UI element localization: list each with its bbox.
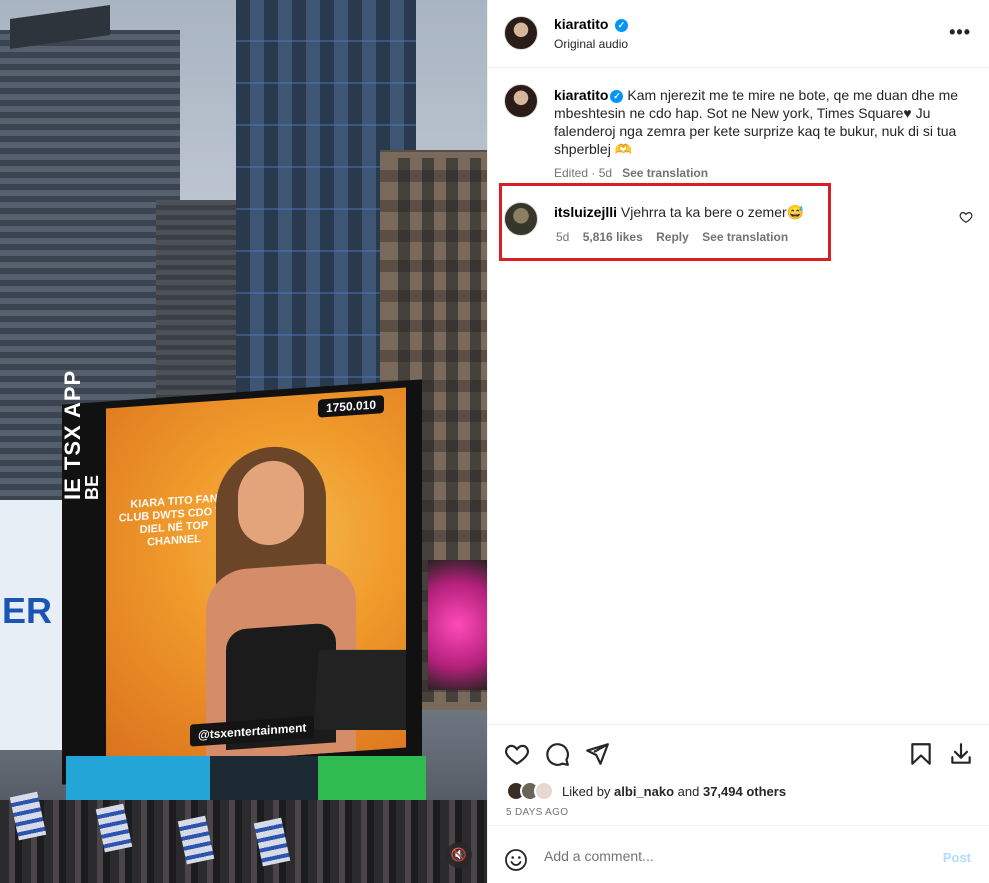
comment-author[interactable]: itsluizejlli bbox=[554, 204, 617, 220]
billboard-top-text: BE bbox=[82, 474, 102, 500]
caption-author[interactable]: kiaratito bbox=[554, 87, 608, 103]
left-billboard-text: ER bbox=[2, 590, 53, 631]
avatar[interactable] bbox=[504, 16, 538, 50]
smiley-icon[interactable] bbox=[504, 848, 528, 872]
paper-plane-icon[interactable] bbox=[584, 741, 610, 767]
liked-by-row: Liked by albi_nako and 37,494 others bbox=[506, 781, 786, 801]
billboard-counter: 1750.010 bbox=[317, 395, 384, 418]
verified-badge-icon: ✓ bbox=[614, 19, 628, 32]
comment-time: 5d bbox=[556, 230, 570, 244]
post-details-panel: kiaratito ✓ Original audio ••• kiaratito… bbox=[487, 0, 989, 883]
caption-see-translation[interactable]: See translation bbox=[622, 166, 708, 180]
audio-label[interactable]: Original audio bbox=[554, 37, 628, 51]
post-actions: Liked by albi_nako and 37,494 others 5 D… bbox=[488, 724, 989, 883]
comment-input[interactable] bbox=[544, 848, 904, 864]
comment: itsluizejlli Vjehrra ta ka bere o zemer😅 bbox=[554, 204, 934, 221]
post-comment-button[interactable]: Post bbox=[943, 850, 971, 865]
verified-badge-icon: ✓ bbox=[610, 90, 624, 103]
post-media[interactable]: ER IE TSX APP BE 1750.010 KIARA TITO FAN… bbox=[0, 0, 487, 883]
avatar[interactable] bbox=[534, 781, 554, 801]
crowd bbox=[0, 791, 487, 883]
comment-bubble-icon[interactable] bbox=[544, 741, 570, 767]
bookmark-icon[interactable] bbox=[908, 741, 934, 767]
comment-highlight-box bbox=[499, 183, 831, 261]
caption-edited-time: Edited · 5d bbox=[554, 166, 613, 180]
liked-by-prefix: Liked by bbox=[562, 783, 611, 799]
billboard-person bbox=[206, 420, 406, 769]
heart-outline-icon[interactable] bbox=[959, 210, 973, 224]
add-comment-bar: Post bbox=[488, 825, 989, 883]
more-horizontal-icon[interactable]: ••• bbox=[949, 22, 971, 43]
liked-by-others[interactable]: 37,494 others bbox=[703, 784, 786, 799]
liked-by-user[interactable]: albi_nako bbox=[614, 784, 674, 799]
comment-reply-button[interactable]: Reply bbox=[656, 230, 689, 244]
comment-likes[interactable]: 5,816 likes bbox=[583, 230, 643, 244]
post-date[interactable]: 5 DAYS AGO bbox=[506, 807, 568, 818]
lower-ads bbox=[66, 756, 426, 804]
billboard-screen: 1750.010 KIARA TITO FAN CLUB DWTS CDO TË… bbox=[106, 387, 406, 769]
muted-speaker-icon[interactable]: 🔇 bbox=[446, 842, 472, 868]
liked-by-text: Liked by albi_nako and 37,494 others bbox=[562, 784, 786, 799]
right-billboard bbox=[428, 560, 487, 690]
comment-see-translation[interactable]: See translation bbox=[702, 230, 788, 244]
heart-icon[interactable] bbox=[504, 741, 530, 767]
post-header: kiaratito ✓ Original audio ••• bbox=[488, 0, 989, 68]
comment-text: Vjehrra ta ka bere o zemer😅 bbox=[620, 204, 805, 220]
caption-avatar[interactable] bbox=[504, 84, 538, 118]
download-icon[interactable] bbox=[948, 741, 974, 767]
author-username[interactable]: kiaratito bbox=[554, 16, 608, 32]
caption: kiaratito ✓ Kam njerezit me te mire ne bo… bbox=[554, 86, 964, 180]
comment-avatar[interactable] bbox=[504, 202, 538, 236]
liked-by-and: and bbox=[677, 783, 700, 799]
comment-meta: 5d 5,816 likes Reply See translation bbox=[556, 230, 788, 244]
